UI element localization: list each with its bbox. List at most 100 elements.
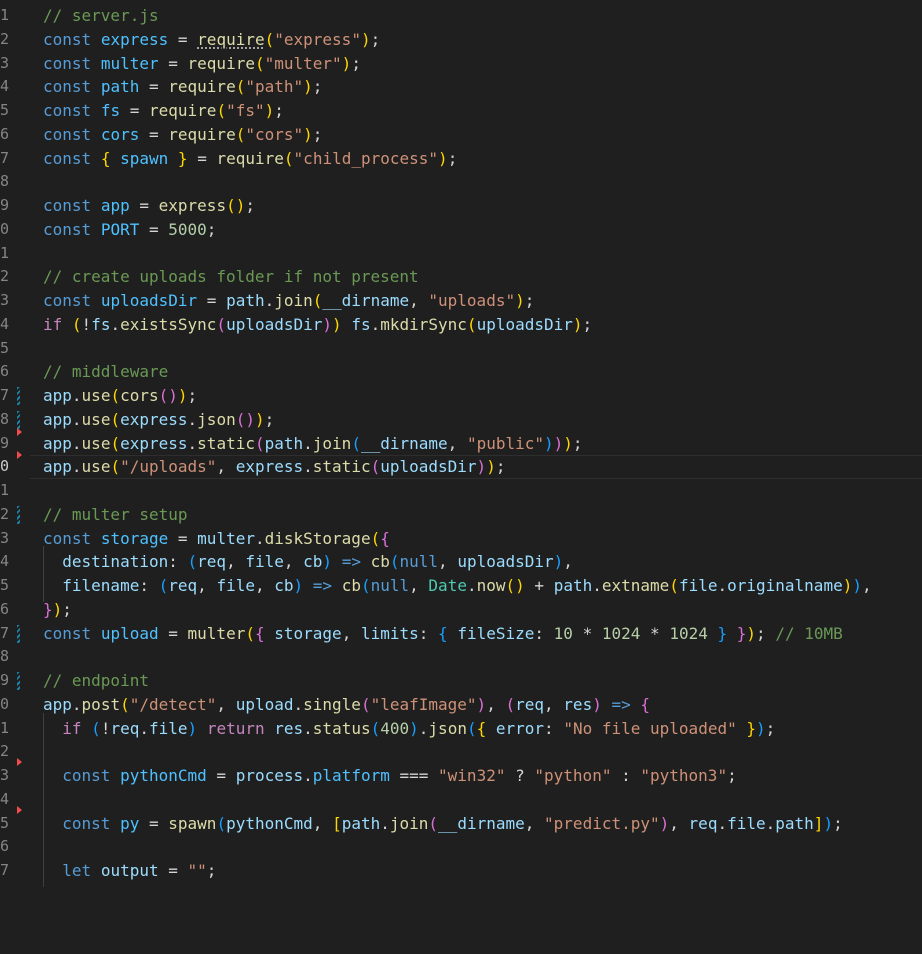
code-line[interactable]: 2 const express = require("express"); <box>0 28 922 52</box>
code-editor[interactable]: 1 // server.js 2 const express = require… <box>0 4 922 887</box>
code-text: const cors = require("cors"); <box>43 124 323 144</box>
line-number: 7 <box>0 861 10 879</box>
line-number: 7 <box>0 386 10 404</box>
line-number: 5 <box>0 101 10 119</box>
code-line[interactable]: 1 if (!req.file) return res.status(400).… <box>0 712 922 744</box>
deleted-line-marker[interactable] <box>17 427 22 436</box>
code-line[interactable]: 2 // create uploads folder if not presen… <box>0 265 922 289</box>
line-number: 0 <box>0 694 10 713</box>
code-line[interactable]: 5 const fs = require("fs"); <box>0 99 922 123</box>
code-line[interactable]: 7 let output = ""; <box>0 855 922 887</box>
code-text: const uploadsDir = path.join(__dirname, … <box>43 291 535 310</box>
code-text: app.use(express.json()); <box>43 409 275 429</box>
code-line[interactable]: 6 // middleware <box>0 360 922 384</box>
code-line[interactable]: 6 const cors = require("cors"); <box>0 123 922 147</box>
line-number: 8 <box>0 647 10 666</box>
code-line[interactable]: 1 <box>0 479 922 503</box>
line-number: 9 <box>0 433 10 452</box>
code-text <box>43 736 62 768</box>
code-text: if (!fs.existsSync(uploadsDir)) fs.mkdir… <box>43 314 593 334</box>
code-line[interactable]: 3 const storage = multer.diskStorage({ <box>0 527 922 551</box>
line-number: 6 <box>0 599 10 618</box>
code-text: // create uploads folder if not present <box>43 267 419 287</box>
code-text: const PORT = 5000; <box>43 219 217 239</box>
code-text: const storage = multer.diskStorage({ <box>43 528 390 548</box>
code-line[interactable]: 3 const uploadsDir = path.join(__dirname… <box>0 289 922 313</box>
line-number: 7 <box>0 623 10 642</box>
code-line[interactable]: 3 const multer = require("multer"); <box>0 52 922 76</box>
code-text: const express = require("express"); <box>43 29 381 49</box>
line-number: 4 <box>0 789 10 808</box>
line-number: 6 <box>0 837 10 856</box>
code-line[interactable]: 9 // endpoint <box>0 669 922 693</box>
line-number: 3 <box>0 766 10 784</box>
code-text <box>43 831 62 863</box>
code-line[interactable]: 7 app.use(cors()); <box>0 384 922 408</box>
line-number: 4 <box>0 77 10 96</box>
code-text: if (!req.file) return res.status(400).js… <box>43 712 775 744</box>
line-number: 6 <box>0 362 10 381</box>
code-text: destination: (req, file, cb) => cb(null,… <box>43 546 573 578</box>
code-line[interactable]: 1 <box>0 242 922 266</box>
modified-line-marker[interactable] <box>17 672 20 690</box>
line-number: 3 <box>0 291 10 309</box>
code-line[interactable]: 5 filename: (req, file, cb) => cb(null, … <box>0 570 922 602</box>
code-line[interactable]: 4 <box>0 783 922 816</box>
code-text: filename: (req, file, cb) => cb(null, Da… <box>43 570 872 602</box>
code-line[interactable]: 4 const path = require("path"); <box>0 75 922 99</box>
code-text: const path = require("path"); <box>43 77 323 97</box>
code-text: const app = express(); <box>43 196 255 215</box>
code-line[interactable]: 4 if (!fs.existsSync(uploadsDir)) fs.mkd… <box>0 313 922 337</box>
code-line[interactable]: 3 const pythonCmd = process.platform ===… <box>0 760 922 792</box>
code-text: let output = ""; <box>43 855 216 887</box>
code-line[interactable]: 0 const PORT = 5000; <box>0 218 922 242</box>
line-number: 4 <box>0 314 10 333</box>
line-number: 1 <box>0 243 10 262</box>
line-number: 1 <box>0 481 10 499</box>
code-text: const fs = require("fs"); <box>43 101 284 120</box>
code-text: const { spawn } = require("child_process… <box>43 148 458 168</box>
line-number: 1 <box>0 718 10 737</box>
line-number: 5 <box>0 338 10 357</box>
code-line-active[interactable]: 0 app.use("/uploads", express.static(upl… <box>0 451 922 479</box>
line-number: 4 <box>0 552 10 571</box>
code-line[interactable]: 8 <box>0 170 922 194</box>
code-line[interactable]: 7 const upload = multer({ storage, limit… <box>0 622 922 646</box>
modified-line-marker[interactable] <box>17 505 20 524</box>
line-number: 2 <box>0 29 10 48</box>
code-line[interactable]: 7 const { spawn } = require("child_proce… <box>0 147 922 171</box>
line-number: 7 <box>0 148 10 167</box>
code-line[interactable]: 2 // multer setup <box>0 503 922 527</box>
modified-line-marker[interactable] <box>17 624 20 643</box>
line-number: 2 <box>0 742 10 761</box>
line-number: 0 <box>0 457 10 476</box>
code-line[interactable]: 8 app.use(express.json()); <box>0 408 922 432</box>
code-text: // middleware <box>43 362 169 382</box>
code-line[interactable]: 0 app.post("/detect", upload.single("lea… <box>0 693 922 717</box>
code-line[interactable]: 4 destination: (req, file, cb) => cb(nul… <box>0 546 922 578</box>
line-number: 0 <box>0 219 10 238</box>
code-line[interactable]: 5 <box>0 337 922 361</box>
code-line[interactable]: 8 <box>0 645 922 669</box>
line-number: 1 <box>0 6 10 24</box>
code-line[interactable]: 6 }); <box>0 598 922 622</box>
code-line[interactable]: 5 const py = spawn(pythonCmd, [path.join… <box>0 807 922 839</box>
code-text: const py = spawn(pythonCmd, [path.join(_… <box>43 807 843 839</box>
code-text: // endpoint <box>43 671 149 690</box>
code-text: const pythonCmd = process.platform === "… <box>43 760 737 792</box>
code-line[interactable]: 6 <box>0 831 922 863</box>
line-number: 3 <box>0 53 10 72</box>
line-number: 9 <box>0 671 10 689</box>
code-line[interactable]: 1 // server.js <box>0 4 922 28</box>
code-text: app.use(cors()); <box>43 386 198 405</box>
code-line[interactable]: 2 <box>0 736 922 768</box>
line-number: 8 <box>0 172 10 191</box>
modified-line-marker[interactable] <box>17 410 20 429</box>
line-number: 5 <box>0 576 10 594</box>
code-text: }); <box>43 599 72 619</box>
deleted-line-marker[interactable] <box>17 451 22 460</box>
code-line[interactable]: 9 const app = express(); <box>0 194 922 218</box>
modified-line-marker[interactable] <box>17 387 20 405</box>
code-text: app.post("/detect", upload.single("leafI… <box>43 694 651 714</box>
code-line[interactable]: 9 app.use(express.static(path.join(__dir… <box>0 427 922 456</box>
